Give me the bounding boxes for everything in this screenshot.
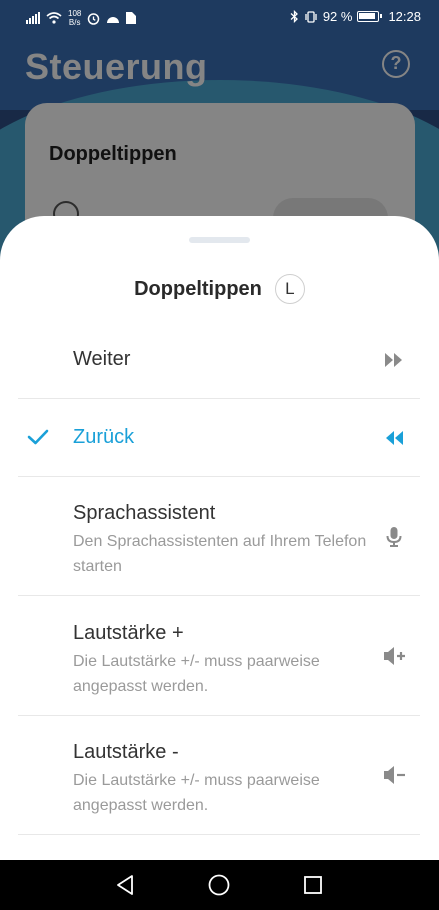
checkmark-icon [27, 429, 49, 445]
battery-icon [357, 11, 383, 22]
bluetooth-icon [290, 10, 298, 23]
app-notification-icon [107, 17, 120, 23]
file-notification-icon [126, 12, 137, 24]
option-sprachassistent[interactable]: Sprachassistent Den Sprachassistenten au… [18, 477, 420, 596]
option-label: Zurück [73, 426, 135, 448]
network-speed: 108 B/s [68, 9, 82, 27]
option-label: Lautstärke + [73, 622, 184, 644]
option-label: Sprachassistent [73, 502, 216, 524]
navigation-bar [0, 860, 439, 910]
status-bar: 108 B/s 92 % 12:28 [0, 0, 439, 34]
option-description: Die Lautstärke +/- muss paarweise angepa… [73, 772, 320, 814]
option-lautstaerke-minus[interactable]: Lautstärke - Die Lautstärke +/- muss paa… [18, 716, 420, 835]
double-tap-bottom-sheet: Doppeltippen L Weiter Zurück Sprachassis… [0, 216, 439, 860]
sheet-header: Doppeltippen L [0, 272, 439, 306]
sheet-title: Doppeltippen [134, 277, 262, 300]
battery-percent: 92 % [322, 9, 353, 24]
home-icon[interactable] [207, 873, 231, 897]
option-description: Die Lautstärke +/- muss paarweise angepa… [73, 653, 320, 695]
microphone-icon [386, 527, 402, 547]
clock: 12:28 [388, 9, 421, 24]
fast-forward-icon [385, 353, 402, 367]
vibrate-icon [305, 10, 317, 23]
earbud-side-badge: L [274, 274, 305, 304]
volume-up-icon [384, 647, 405, 665]
option-description: Den Sprachassistenten auf Ihrem Telefon … [73, 533, 367, 575]
drag-handle[interactable] [189, 237, 250, 243]
option-label: Weiter [73, 348, 131, 370]
option-label: Lautstärke - [73, 741, 179, 763]
volume-down-icon [384, 766, 405, 784]
recents-icon[interactable] [301, 873, 325, 897]
back-icon[interactable] [113, 873, 137, 897]
option-zurueck[interactable]: Zurück [18, 399, 420, 477]
signal-icon [26, 12, 40, 24]
alarm-icon [88, 12, 100, 25]
option-lautstaerke-plus[interactable]: Lautstärke + Die Lautstärke +/- muss paa… [18, 596, 420, 716]
wifi-icon [46, 12, 62, 24]
rewind-icon [386, 431, 403, 445]
option-weiter[interactable]: Weiter [18, 320, 420, 399]
